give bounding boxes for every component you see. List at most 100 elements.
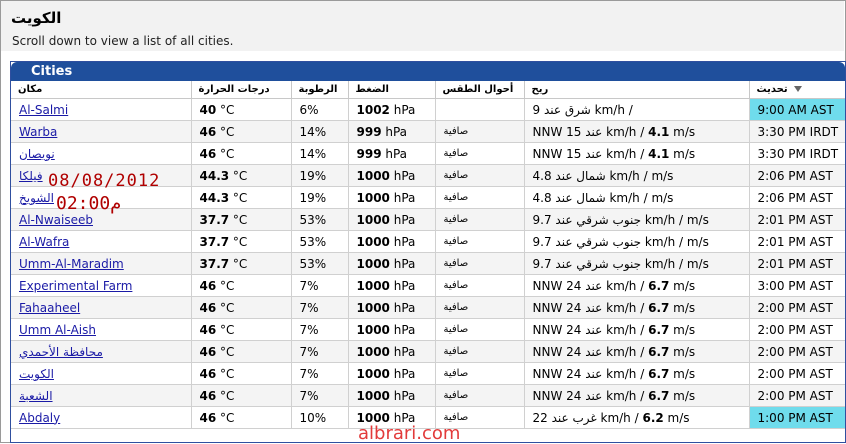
cell-updated: 2:06 PM AST — [749, 186, 845, 209]
wind-ms-value: 6.7 — [648, 322, 670, 337]
wind-speed: km/h / m/s — [641, 256, 709, 271]
temp-unit: °C — [229, 256, 248, 271]
temp-value: 46 — [199, 124, 217, 139]
city-link[interactable]: Fahaaheel — [19, 301, 80, 315]
wind-ms-value: 6.7 — [648, 344, 670, 359]
city-link[interactable]: Al-Salmi — [19, 103, 68, 117]
wind-direction: NNW 24 عند — [532, 300, 603, 315]
pressure-unit: hPa — [389, 256, 416, 271]
col-header-place[interactable]: مكان — [11, 81, 192, 99]
col-header-pressure[interactable]: الضغط — [348, 81, 436, 99]
cell-temperature: 44.3 °C — [191, 186, 292, 209]
cell-wind: NNW 24 عند km/h / 6.7 m/s — [524, 318, 750, 341]
pressure-value: 1000 — [356, 388, 390, 403]
table-row: Fahaaheel 46 °C 7% 1000 hPa صافية NNW 24 عند … — [11, 296, 845, 319]
pressure-value: 1000 — [356, 234, 390, 249]
cell-temperature: 37.7 °C — [191, 230, 292, 253]
city-link[interactable]: Umm-Al-Maradim — [19, 257, 124, 271]
cell-temperature: 46 °C — [191, 120, 292, 143]
wind-ms-value: 6.2 — [642, 410, 664, 425]
col-header-temperature[interactable]: درجات الحرارة — [191, 81, 292, 99]
wind-ms-unit: m/s — [669, 146, 696, 161]
cell-updated: 3:30 PM IRDT — [749, 120, 845, 143]
col-header-wind[interactable]: ريح — [524, 81, 750, 99]
cell-updated: 2:00 PM AST — [749, 362, 845, 385]
wind-direction: 9 شرق عند — [532, 102, 591, 117]
wind-speed: km/h / — [602, 124, 649, 139]
pressure-value: 1000 — [356, 168, 390, 183]
cell-wind: NNW 24 عند km/h / 6.7 m/s — [524, 274, 750, 297]
cell-updated: 3:30 PM IRDT — [749, 142, 845, 165]
temp-unit: °C — [216, 278, 235, 293]
cell-conditions — [435, 98, 525, 121]
wind-ms-value: 6.7 — [648, 278, 670, 293]
table-header-row: مكان درجات الحرارة الرطوبة الضغط أحوال ا… — [11, 81, 845, 99]
cell-temperature: 40 °C — [191, 98, 292, 121]
cell-pressure: 1000 hPa — [348, 164, 436, 187]
cell-temperature: 46 °C — [191, 142, 292, 165]
wind-ms-value: 4.1 — [648, 124, 670, 139]
city-link[interactable]: الشعبة — [19, 389, 53, 403]
cell-wind: 9.7 جنوب شرقي عند km/h / m/s — [524, 208, 750, 231]
cell-pressure: 1000 hPa — [348, 296, 436, 319]
cell-humidity: 7% — [291, 384, 349, 407]
wind-ms-unit: m/s — [669, 124, 696, 139]
col-header-humidity[interactable]: الرطوبة — [291, 81, 349, 99]
city-link[interactable]: Al-Wafra — [19, 235, 69, 249]
city-link[interactable]: فيلكا — [19, 169, 43, 183]
city-link[interactable]: Experimental Farm — [19, 279, 132, 293]
wind-speed: km/h / m/s — [605, 190, 674, 205]
city-link[interactable]: Abdaly — [19, 411, 60, 425]
col-header-conditions[interactable]: أحوال الطقس — [435, 81, 525, 99]
cell-wind: 4.8 شمال عند km/h / m/s — [524, 164, 750, 187]
cell-wind: NNW 24 عند km/h / 6.7 m/s — [524, 362, 750, 385]
wind-direction: 9.7 جنوب شرقي عند — [532, 212, 642, 227]
cell-humidity: 53% — [291, 208, 349, 231]
cell-place: Al-Salmi — [11, 98, 192, 121]
wind-direction: NNW 24 عند — [532, 388, 603, 403]
cell-updated: 2:01 PM AST — [749, 230, 845, 253]
cell-temperature: 46 °C — [191, 384, 292, 407]
cell-updated: 2:01 PM AST — [749, 208, 845, 231]
city-link[interactable]: الكويت — [19, 367, 54, 381]
temp-value: 46 — [199, 278, 217, 293]
cell-wind: NNW 24 عند km/h / 6.7 m/s — [524, 384, 750, 407]
city-link[interactable]: Al-Nwaiseeb — [19, 213, 93, 227]
wind-speed: km/h / — [602, 278, 649, 293]
temp-value: 46 — [199, 322, 217, 337]
pressure-unit: hPa — [389, 366, 416, 381]
cell-pressure: 1000 hPa — [348, 208, 436, 231]
cell-pressure: 1000 hPa — [348, 186, 436, 209]
pressure-unit: hPa — [389, 278, 416, 293]
wind-direction: NNW 24 عند — [532, 278, 603, 293]
cell-wind: 9 شرق عند km/h / — [524, 98, 750, 121]
cell-place: Fahaaheel — [11, 296, 192, 319]
cell-temperature: 46 °C — [191, 362, 292, 385]
table-row: Experimental Farm 46 °C 7% 1000 hPa صافية NNW… — [11, 274, 845, 297]
temp-unit: °C — [216, 344, 235, 359]
cell-pressure: 999 hPa — [348, 120, 436, 143]
col-header-updated[interactable]: تحديث — [749, 81, 845, 99]
wind-speed: km/h / — [602, 344, 649, 359]
city-link[interactable]: Warba — [19, 125, 57, 139]
wind-ms-unit: m/s — [669, 366, 696, 381]
cell-temperature: 37.7 °C — [191, 252, 292, 275]
city-link[interactable]: نويصان — [19, 147, 55, 161]
city-link[interactable]: الشويخ — [19, 191, 54, 205]
watermark: albrari.com — [358, 423, 461, 444]
pressure-unit: hPa — [389, 168, 416, 183]
table-row: Al-Nwaiseeb 37.7 °C 53% 1000 hPa صافية 9.7 جن… — [11, 208, 845, 231]
cell-conditions: صافية — [435, 230, 525, 253]
cell-wind: NNW 24 عند km/h / 6.7 m/s — [524, 296, 750, 319]
cell-conditions: صافية — [435, 186, 525, 209]
cell-pressure: 1000 hPa — [348, 274, 436, 297]
cell-place: Abdaly — [11, 406, 192, 429]
cell-pressure: 1000 hPa — [348, 230, 436, 253]
wind-ms-value: 6.7 — [648, 366, 670, 381]
cell-temperature: 46 °C — [191, 296, 292, 319]
city-link[interactable]: Umm Al-Aish — [19, 323, 96, 337]
temp-unit: °C — [229, 212, 248, 227]
pressure-value: 1000 — [356, 322, 390, 337]
city-link[interactable]: محافظة الأحمدي — [19, 345, 103, 359]
temp-unit: °C — [216, 322, 235, 337]
